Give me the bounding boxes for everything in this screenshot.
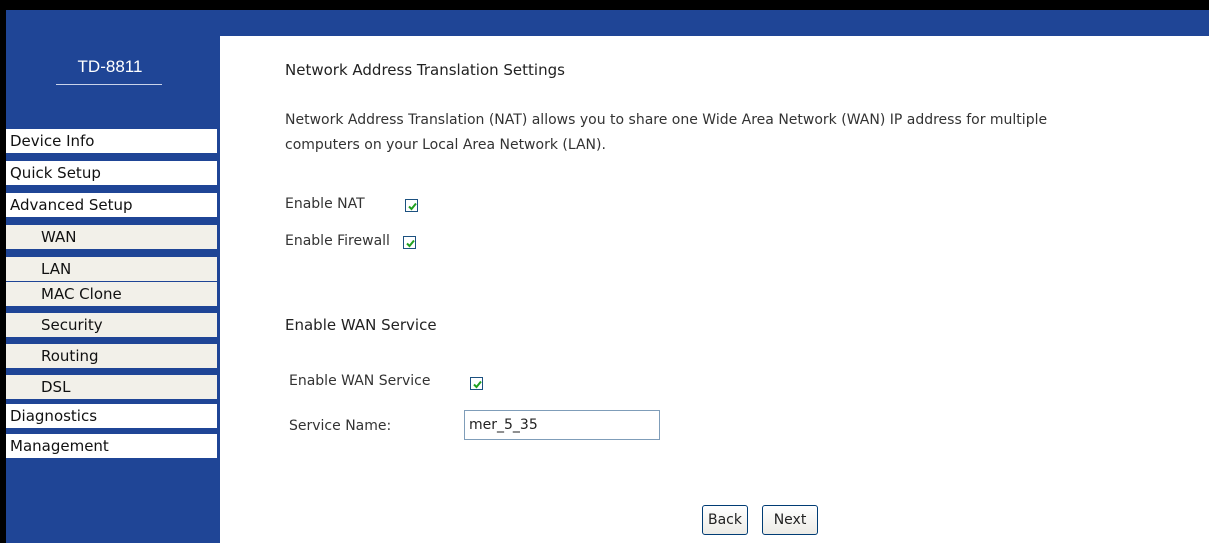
header-bar	[6, 10, 1209, 36]
sidebar-item-label: Diagnostics	[10, 407, 98, 425]
sidebar-item-label: Device Info	[10, 132, 95, 150]
sidebar-item-quick-setup[interactable]: Quick Setup	[6, 161, 217, 189]
router-admin-page: TD-8811 Device Info Quick Setup Advanced…	[0, 0, 1209, 543]
model-underline	[56, 84, 162, 85]
next-button[interactable]: Next	[762, 505, 818, 535]
nat-description-line-2: computers on your Local Area Network (LA…	[285, 137, 606, 153]
sidebar-item-lan[interactable]: LAN	[6, 257, 217, 285]
sidebar-item-dsl[interactable]: DSL	[6, 375, 217, 403]
service-name-input[interactable]	[464, 410, 660, 440]
nat-description-line-1: Network Address Translation (NAT) allows…	[285, 112, 1048, 128]
sidebar-item-management[interactable]: Management	[6, 434, 217, 462]
model-name: TD-8811	[77, 57, 143, 76]
sidebar-item-label: WAN	[41, 228, 77, 246]
sidebar-item-label: Advanced Setup	[10, 196, 133, 214]
sidebar-item-label: Quick Setup	[10, 164, 101, 182]
nat-section-title: Network Address Translation Settings	[285, 61, 565, 79]
checkmark-icon	[473, 380, 482, 389]
sidebar-item-security[interactable]: Security	[6, 313, 217, 341]
enable-firewall-label: Enable Firewall	[285, 233, 390, 249]
window-frame-top	[6, 0, 1209, 10]
sidebar-item-label: LAN	[41, 260, 72, 278]
back-button[interactable]: Back	[702, 505, 748, 535]
sidebar-item-label: Security	[41, 316, 103, 334]
service-name-label: Service Name:	[289, 418, 392, 434]
sidebar-item-device-info[interactable]: Device Info	[6, 129, 217, 157]
enable-firewall-checkbox[interactable]	[403, 236, 416, 249]
enable-wan-service-checkbox[interactable]	[470, 377, 483, 390]
sidebar-item-diagnostics[interactable]: Diagnostics	[6, 404, 217, 432]
sidebar-item-label: MAC Clone	[41, 285, 122, 303]
sidebar-item-wan[interactable]: WAN	[6, 225, 217, 253]
checkmark-icon	[408, 202, 417, 211]
sidebar-item-mac-clone[interactable]: MAC Clone	[6, 282, 217, 310]
sidebar-item-routing[interactable]: Routing	[6, 344, 217, 372]
wan-service-section-title: Enable WAN Service	[285, 316, 437, 334]
sidebar-item-label: Routing	[41, 347, 99, 365]
enable-nat-checkbox[interactable]	[405, 199, 418, 212]
checkmark-icon	[406, 239, 415, 248]
sidebar-item-advanced-setup[interactable]: Advanced Setup	[6, 193, 217, 221]
enable-nat-label: Enable NAT	[285, 196, 365, 212]
enable-wan-service-label: Enable WAN Service	[289, 373, 431, 389]
sidebar-item-label: DSL	[41, 378, 71, 396]
sidebar-item-label: Management	[10, 437, 109, 455]
